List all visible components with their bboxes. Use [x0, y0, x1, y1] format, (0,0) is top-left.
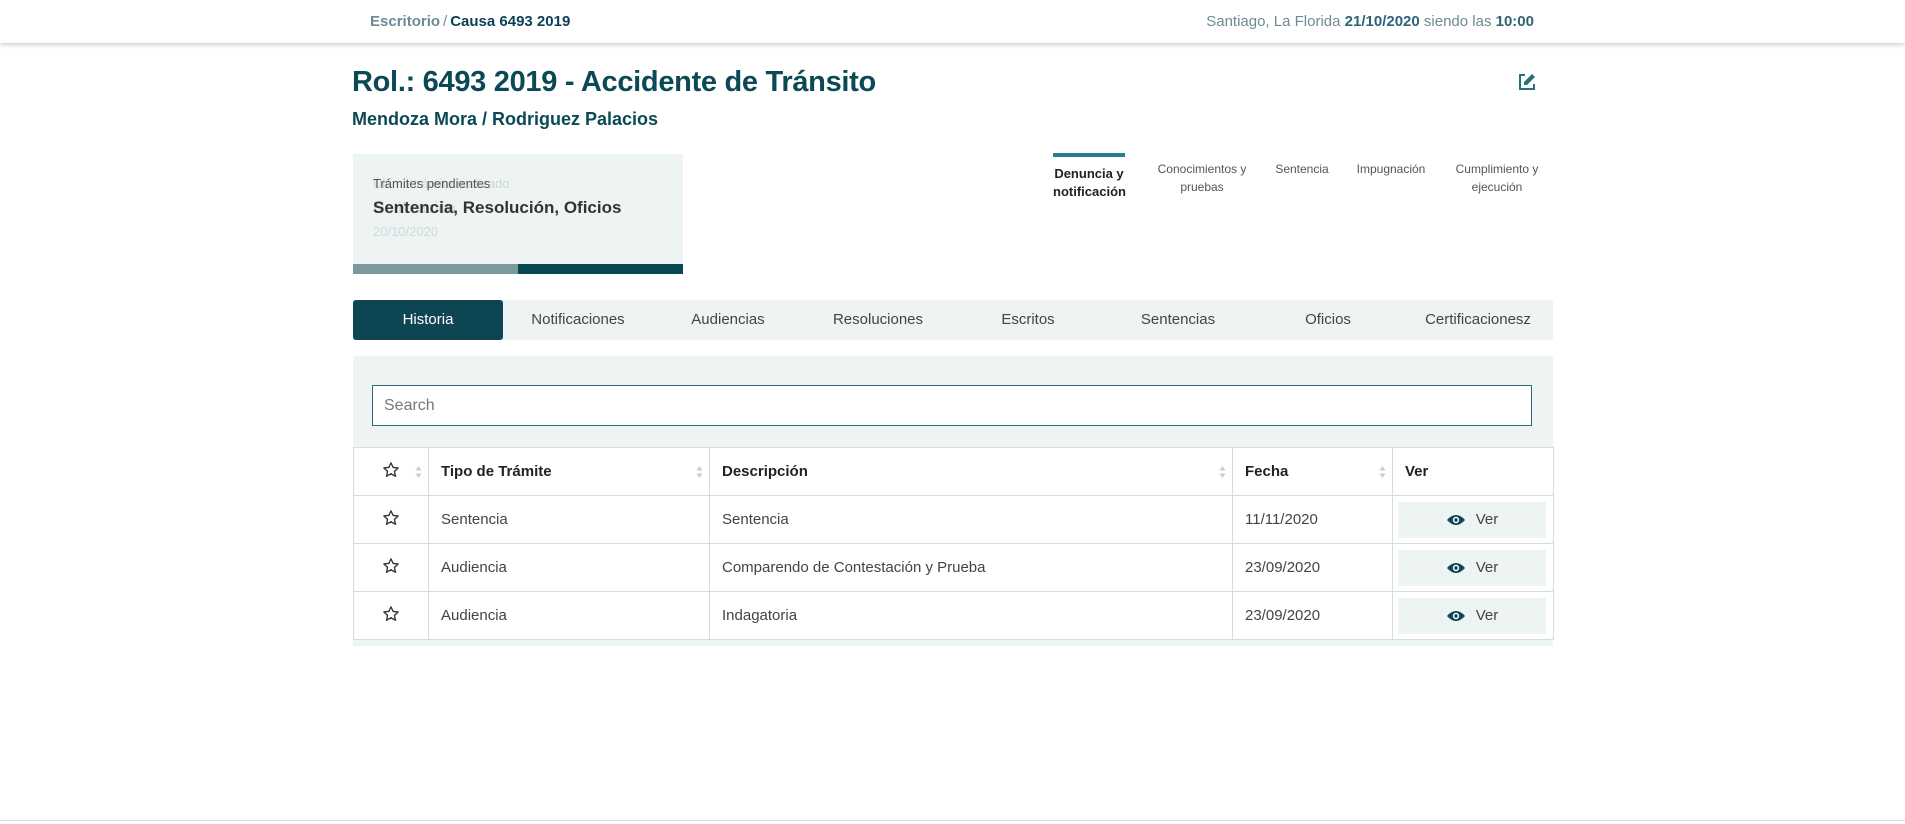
step-impugnacion[interactable]: Impugnación [1351, 153, 1431, 178]
step-line1: Sentencia [1275, 162, 1329, 176]
breadcrumb-root-link[interactable]: Escritorio [370, 13, 440, 30]
cell-descripcion: Comparendo de Contestación y Prueba [709, 543, 1233, 592]
favorite-column-header[interactable] [353, 447, 429, 496]
view-button-label: Ver [1475, 559, 1499, 576]
view-button[interactable]: Ver [1398, 501, 1546, 538]
search-input[interactable] [372, 385, 1532, 426]
datetime-time: 10:00 [1495, 13, 1534, 30]
favorite-cell[interactable] [353, 591, 429, 640]
cell-fecha: 23/09/2020 [1232, 591, 1393, 640]
view-button[interactable]: Ver [1398, 549, 1546, 586]
step-line2: ejecución [1471, 180, 1523, 194]
cell-descripcion: Indagatoria [709, 591, 1233, 640]
tab-historia[interactable]: Historia [353, 300, 503, 340]
datetime-date: 21/10/2020 [1344, 13, 1420, 30]
tab-audiencias[interactable]: Audiencias [653, 300, 803, 340]
history-panel: Tipo de Trámite Descripción Fecha Ver [353, 356, 1554, 646]
eye-icon [1446, 610, 1465, 621]
breadcrumb: Escritorio / Causa 6493 2019 [370, 13, 570, 30]
step-cumplimiento[interactable]: Cumplimiento y ejecución [1447, 153, 1547, 196]
cell-tipo: Audiencia [428, 591, 710, 640]
page-title: Rol.: 6493 2019 - Accidente de Tránsito [352, 66, 876, 98]
tab-sentencias[interactable]: Sentencias [1103, 300, 1253, 340]
column-header-ver: Ver [1392, 447, 1554, 496]
cell-ver: Ver [1392, 591, 1554, 640]
tab-certificaciones[interactable]: Certificacionesz [1403, 300, 1553, 340]
sort-icon [415, 466, 422, 478]
sort-icon [696, 466, 703, 478]
step-conocimientos[interactable]: Conocimientos y pruebas [1151, 153, 1253, 196]
tab-escritos[interactable]: Escritos [953, 300, 1103, 340]
eye-icon [1446, 562, 1465, 573]
column-header-fecha[interactable]: Fecha [1232, 447, 1393, 496]
column-header-tipo[interactable]: Tipo de Trámite [428, 447, 710, 496]
step-line1: Conocimientos y [1157, 162, 1247, 176]
column-header-label: Fecha [1245, 463, 1289, 480]
cell-tipo: Sentencia [428, 495, 710, 544]
column-header-label: Descripción [722, 463, 808, 480]
cell-tipo: Audiencia [428, 543, 710, 592]
step-line2: notificación [1053, 184, 1126, 199]
sort-icon [1379, 466, 1386, 478]
pending-card: Último trámite realizado Notificación 20… [353, 154, 683, 274]
table-header-row: Tipo de Trámite Descripción Fecha Ver [353, 447, 1554, 496]
step-sentencia[interactable]: Sentencia [1267, 153, 1337, 178]
table-row: Audiencia Comparendo de Contestación y P… [353, 543, 1554, 592]
section-tabs: Historia Notificaciones Audiencias Resol… [353, 300, 1553, 340]
cell-descripcion: Sentencia [709, 495, 1233, 544]
datetime-display: Santiago, La Florida 21/10/2020 siendo l… [1206, 13, 1534, 30]
star-icon[interactable] [382, 605, 400, 623]
tab-oficios[interactable]: Oficios [1253, 300, 1403, 340]
view-button-label: Ver [1475, 511, 1499, 528]
datetime-place: Santiago, La Florida [1206, 13, 1341, 30]
page-subtitle: Mendoza Mora / Rodriguez Palacios [352, 109, 659, 129]
cell-fecha: 23/09/2020 [1232, 543, 1393, 592]
step-line1: Denuncia y [1054, 166, 1124, 181]
step-line1: Cumplimiento y [1455, 162, 1539, 176]
column-header-label: Ver [1405, 463, 1429, 480]
datetime-connector: siendo las [1423, 13, 1492, 30]
top-bar: Escritorio / Causa 6493 2019 Santiago, La … [0, 0, 1905, 43]
view-button[interactable]: Ver [1398, 597, 1546, 634]
favorite-cell[interactable] [353, 495, 429, 544]
breadcrumb-separator: / [443, 13, 448, 30]
table-row: Sentencia Sentencia 11/11/2020 Ver [353, 495, 1554, 544]
pending-ghost-date: 20/10/2020 [373, 224, 439, 239]
view-button-label: Ver [1475, 607, 1499, 624]
table-row: Audiencia Indagatoria 23/09/2020 Ver [353, 591, 1554, 640]
footer-divider [0, 820, 1905, 821]
star-icon[interactable] [382, 509, 400, 527]
history-table: Tipo de Trámite Descripción Fecha Ver Se… [353, 447, 1554, 640]
column-header-descripcion[interactable]: Descripción [709, 447, 1233, 496]
star-icon [383, 461, 399, 477]
sort-icon [1219, 466, 1226, 478]
edit-icon[interactable] [1517, 72, 1537, 92]
progress-bar [353, 264, 683, 274]
breadcrumb-current: Causa 6493 2019 [450, 13, 571, 30]
tab-notificaciones[interactable]: Notificaciones [503, 300, 653, 340]
cell-ver: Ver [1392, 543, 1554, 592]
step-line1: Impugnación [1356, 162, 1426, 176]
tab-resoluciones[interactable]: Resoluciones [803, 300, 953, 340]
cell-fecha: 11/11/2020 [1232, 495, 1393, 544]
pending-value: Sentencia, Resolución, Oficios [373, 198, 622, 217]
star-icon[interactable] [382, 557, 400, 575]
step-line2: pruebas [1180, 180, 1224, 194]
step-denuncia[interactable]: Denuncia y notificación [1053, 153, 1126, 201]
progress-bar-fill [518, 264, 683, 274]
eye-icon [1446, 514, 1465, 525]
pending-label: Trámites pendientes [373, 176, 491, 191]
cell-ver: Ver [1392, 495, 1554, 544]
favorite-cell[interactable] [353, 543, 429, 592]
column-header-label: Tipo de Trámite [441, 463, 552, 480]
